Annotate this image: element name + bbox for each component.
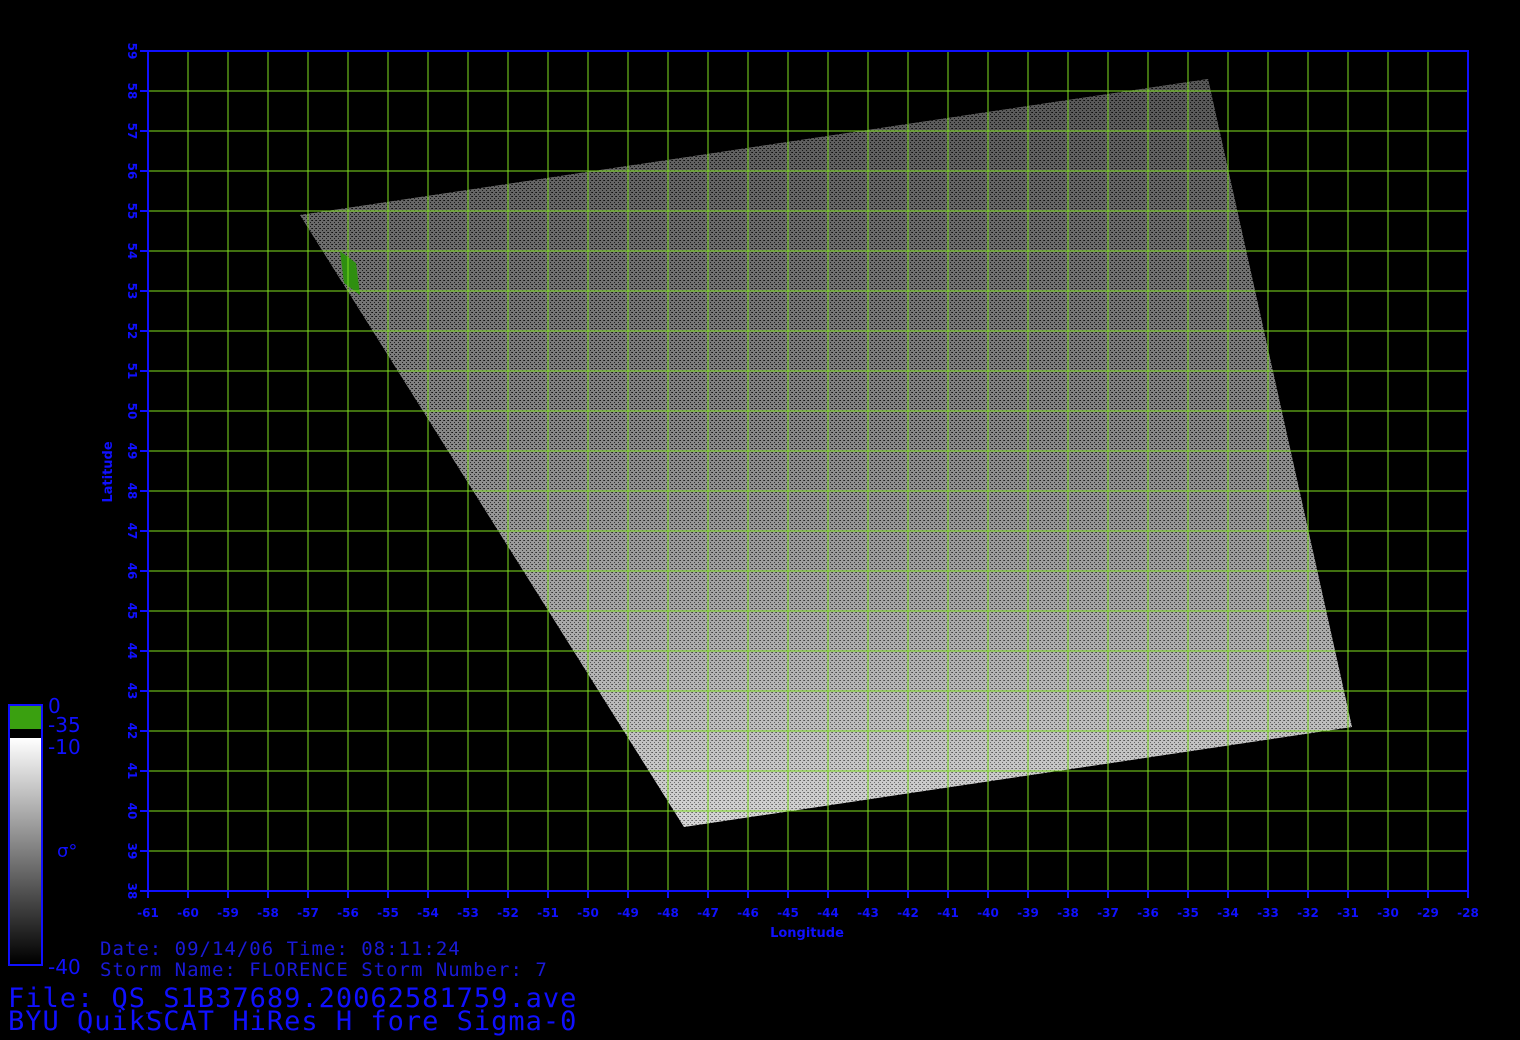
x-tick-label: -35 [1177, 906, 1199, 920]
x-tick-label: -28 [1457, 906, 1479, 920]
y-tick-label: 38 [125, 883, 139, 900]
colorbar-ocean-top-label: -10 [48, 735, 81, 759]
y-tick-label: 52 [125, 323, 139, 340]
y-tick-label: 58 [125, 83, 139, 100]
x-tick-label: -42 [897, 906, 919, 920]
y-tick-label: 54 [125, 243, 139, 260]
x-tick-label: -55 [377, 906, 399, 920]
y-tick-label: 43 [125, 683, 139, 700]
x-tick-label: -31 [1337, 906, 1359, 920]
colorbar-ocean-segment [9, 738, 42, 963]
y-tick-label: 57 [125, 123, 139, 140]
colorbar-sigma-symbol: σ° [57, 841, 78, 862]
x-tick-label: -48 [657, 906, 679, 920]
x-tick-label: -40 [977, 906, 999, 920]
y-tick-label: 50 [125, 403, 139, 420]
y-axis: 38 39 40 41 42 43 44 45 46 47 48 49 50 51 52 53 54 55 56 57… [125, 43, 148, 900]
x-tick-label: -61 [137, 906, 159, 920]
y-tick-label: 59 [125, 43, 139, 60]
x-axis-label: Longitude [770, 926, 844, 941]
y-tick-label: 51 [125, 363, 139, 380]
x-tick-label: -41 [937, 906, 959, 920]
x-tick-label: -51 [537, 906, 559, 920]
x-tick-label: -56 [337, 906, 359, 920]
x-tick-label: -47 [697, 906, 719, 920]
y-tick-label: 42 [125, 723, 139, 740]
x-tick-label: -52 [497, 906, 519, 920]
product-title-text: BYU QuikSCAT HiRes H fore Sigma-0 [8, 1006, 578, 1037]
x-tick-label: -50 [577, 906, 599, 920]
scatterometer-map: -61 -60 -59 -58 -57 -56 -55 -54 -53 -52 -51 -50 -49 -… [8, 43, 1479, 966]
y-tick-label: 44 [125, 643, 139, 660]
x-tick-label: -38 [1057, 906, 1079, 920]
y-tick-label: 53 [125, 283, 139, 300]
y-tick-label: 41 [125, 763, 139, 780]
colorbar [8, 704, 43, 966]
x-tick-label: -46 [737, 906, 759, 920]
date-time-text: Date: 09/14/06 Time: 08:11:24 [100, 938, 461, 960]
x-tick-label: -43 [857, 906, 879, 920]
x-tick-label: -29 [1417, 906, 1439, 920]
colorbar-ocean-bottom-label: -40 [48, 955, 81, 979]
y-tick-label: 55 [125, 203, 139, 220]
y-tick-label: 49 [125, 443, 139, 460]
x-tick-label: -33 [1257, 906, 1279, 920]
x-tick-label: -53 [457, 906, 479, 920]
x-tick-label: -30 [1377, 906, 1399, 920]
y-tick-label: 48 [125, 483, 139, 500]
colorbar-land-bottom-label: -35 [48, 713, 81, 737]
x-axis: -61 -60 -59 -58 -57 -56 -55 -54 -53 -52 -51 -50 -49 -… [137, 891, 1479, 920]
satellite-swath [300, 79, 1352, 827]
x-tick-label: -32 [1297, 906, 1319, 920]
x-tick-label: -59 [217, 906, 239, 920]
x-tick-label: -34 [1217, 906, 1239, 920]
x-tick-label: -60 [177, 906, 199, 920]
y-axis-label: Latitude [101, 441, 116, 503]
colorbar-land-segment [9, 705, 42, 729]
x-tick-label: -39 [1017, 906, 1039, 920]
x-tick-label: -44 [817, 906, 839, 920]
x-tick-label: -58 [257, 906, 279, 920]
x-tick-label: -49 [617, 906, 639, 920]
x-tick-label: -36 [1137, 906, 1159, 920]
y-tick-label: 56 [125, 163, 139, 180]
x-tick-label: -37 [1097, 906, 1119, 920]
y-tick-label: 47 [125, 523, 139, 540]
y-tick-label: 40 [125, 803, 139, 820]
x-tick-label: -57 [297, 906, 319, 920]
y-tick-label: 45 [125, 603, 139, 620]
storm-info-text: Storm Name: FLORENCE Storm Number: 7 [100, 959, 548, 981]
y-tick-label: 46 [125, 563, 139, 580]
y-tick-label: 39 [125, 843, 139, 860]
x-tick-label: -45 [777, 906, 799, 920]
x-tick-label: -54 [417, 906, 439, 920]
